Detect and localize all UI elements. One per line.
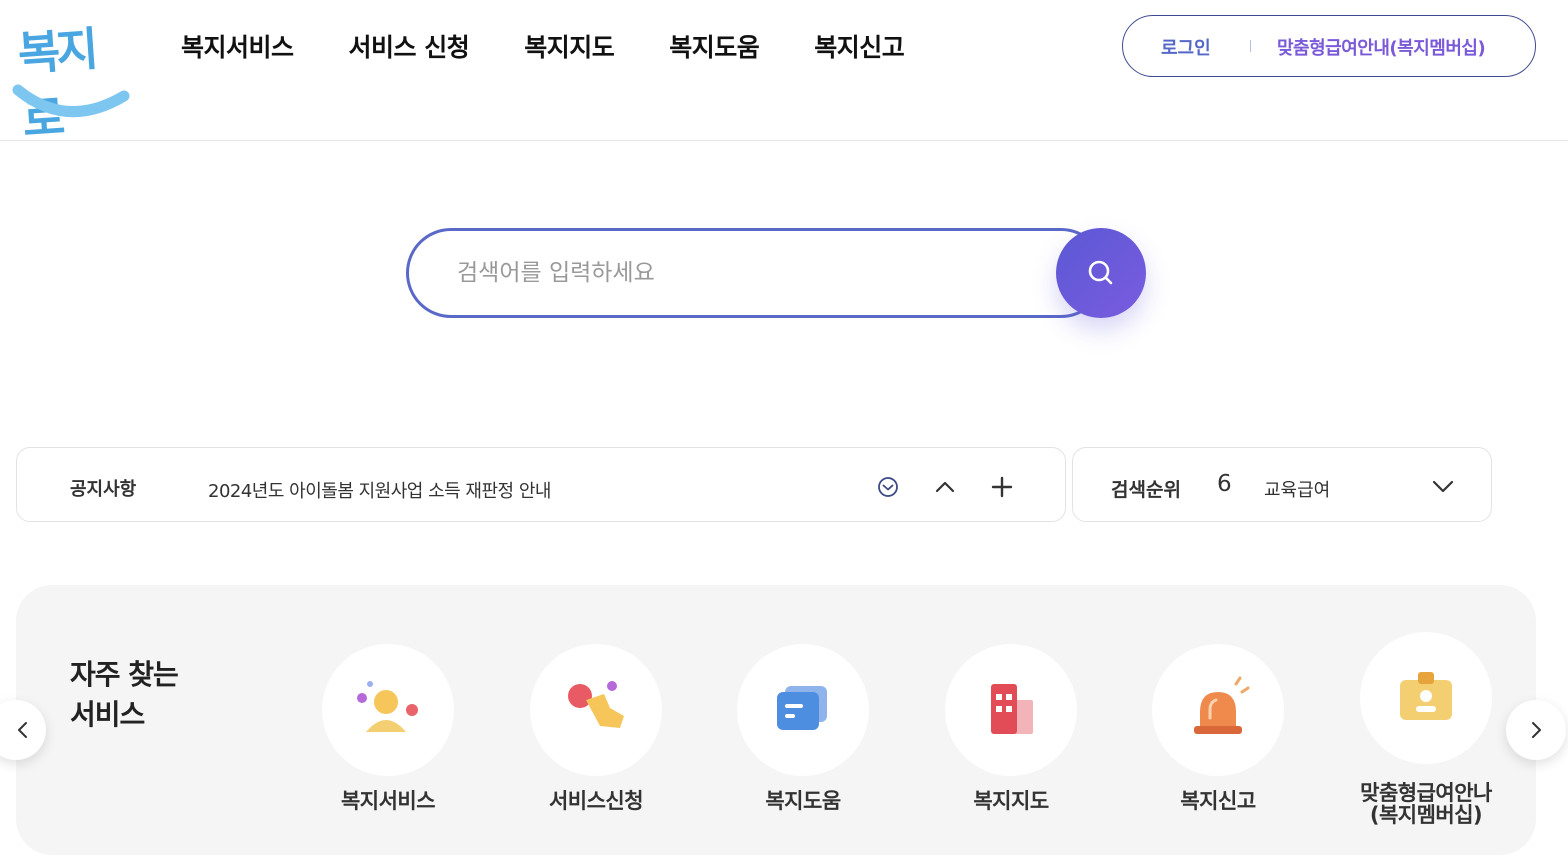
nav-welfare-map[interactable]: 복지지도 <box>524 28 615 64</box>
nav-service-apply[interactable]: 서비스 신청 <box>349 28 470 64</box>
frequent-services-title: 자주 찾는 서비스 <box>70 655 179 735</box>
fav-icon-circle <box>737 644 869 776</box>
building-icon <box>991 684 1033 734</box>
fav-icon-circle <box>1152 644 1284 776</box>
fav-icon-circle <box>530 644 662 776</box>
notice-pause-button[interactable] <box>873 472 903 502</box>
fav-custom-benefit[interactable]: 맞춤형급여안나 (복지멤버십) <box>1351 632 1501 826</box>
fav-icon-circle <box>322 644 454 776</box>
notice-more-button[interactable] <box>987 472 1017 502</box>
nav-welfare-report[interactable]: 복지신고 <box>814 28 905 64</box>
chevron-down-icon <box>1432 480 1454 493</box>
fav-label: 복지서비스 <box>340 789 436 813</box>
document-icon <box>777 686 827 730</box>
auth-divider <box>1250 40 1251 52</box>
chevron-right-icon <box>1532 722 1541 738</box>
search-ranking-bar: 검색순위 6 교육급여 <box>1072 447 1492 522</box>
id-card-icon <box>1400 672 1452 720</box>
chevron-up-icon <box>935 481 955 493</box>
fav-icon-circle <box>945 644 1077 776</box>
fav-label: 복지도움 <box>765 789 841 813</box>
fav-icon-circle <box>1360 632 1492 764</box>
fav-label-line-1: 맞춤형급여안나 <box>1360 781 1492 805</box>
fav-service-apply[interactable]: 서비스신청 <box>521 644 671 812</box>
fav-welfare-report[interactable]: 복지신고 <box>1143 644 1293 812</box>
fav-welfare-help[interactable]: 복지도움 <box>728 644 878 812</box>
search-input[interactable] <box>406 228 1106 318</box>
logo-smile-icon <box>12 84 130 117</box>
search-icon <box>1088 260 1113 285</box>
notice-bar: 공지사항 2024년도 아이돌봄 지원사업 소득 재판정 안내 <box>16 447 1066 522</box>
notice-text[interactable]: 2024년도 아이돌봄 지원사업 소득 재판정 안내 <box>208 477 551 503</box>
main-nav: 복지서비스 서비스 신청 복지지도 복지도움 복지신고 <box>181 28 959 64</box>
fav-welfare-map[interactable]: 복지지도 <box>936 644 1086 812</box>
chevron-left-icon <box>18 722 27 738</box>
login-link[interactable]: 로그인 <box>1161 34 1211 60</box>
check-circle-icon <box>878 477 898 497</box>
notice-prev-button[interactable] <box>930 472 960 502</box>
carousel-next-button[interactable] <box>1506 700 1566 760</box>
title-line-2: 서비스 <box>70 698 145 731</box>
nav-welfare-service[interactable]: 복지서비스 <box>181 28 294 64</box>
plus-icon <box>991 476 1013 498</box>
search-button[interactable] <box>1056 228 1146 318</box>
fav-label: 서비스신청 <box>548 789 644 813</box>
membership-link[interactable]: 맞춤형급여안내(복지멤버십) <box>1277 34 1486 60</box>
siren-icon <box>1194 676 1250 734</box>
ranking-expand-button[interactable] <box>1425 470 1461 502</box>
fav-label: 복지신고 <box>1180 789 1256 813</box>
nav-welfare-help[interactable]: 복지도움 <box>669 28 760 64</box>
notice-label: 공지사항 <box>70 479 137 500</box>
title-line-1: 자주 찾는 <box>70 658 179 691</box>
tap-hand-icon <box>568 681 624 728</box>
fav-label: 복지지도 <box>973 789 1049 813</box>
fav-label-line-2: (복지멤버십) <box>1369 803 1483 827</box>
fav-label: 맞춤형급여안나 (복지멤버십) <box>1351 782 1501 826</box>
site-header: 복지로 복지서비스 서비스 신청 복지지도 복지도움 복지신고 로그인 맞춤형급… <box>0 0 1568 147</box>
frequent-services-section: 자주 찾는 서비스 복지서비스 서비스신청 복지도움 복지지도 복지신고 맞춤형… <box>16 585 1536 855</box>
person-icon <box>357 681 418 732</box>
ranking-number: 6 <box>1217 471 1232 497</box>
ranking-label: 검색순위 <box>1111 479 1181 501</box>
ranking-term[interactable]: 교육급여 <box>1264 476 1330 502</box>
auth-box: 로그인 맞춤형급여안내(복지멤버십) <box>1122 15 1536 77</box>
search-bar <box>406 228 1146 318</box>
fav-welfare-service[interactable]: 복지서비스 <box>313 644 463 812</box>
bokjiro-logo[interactable]: 복지로 <box>12 12 132 147</box>
